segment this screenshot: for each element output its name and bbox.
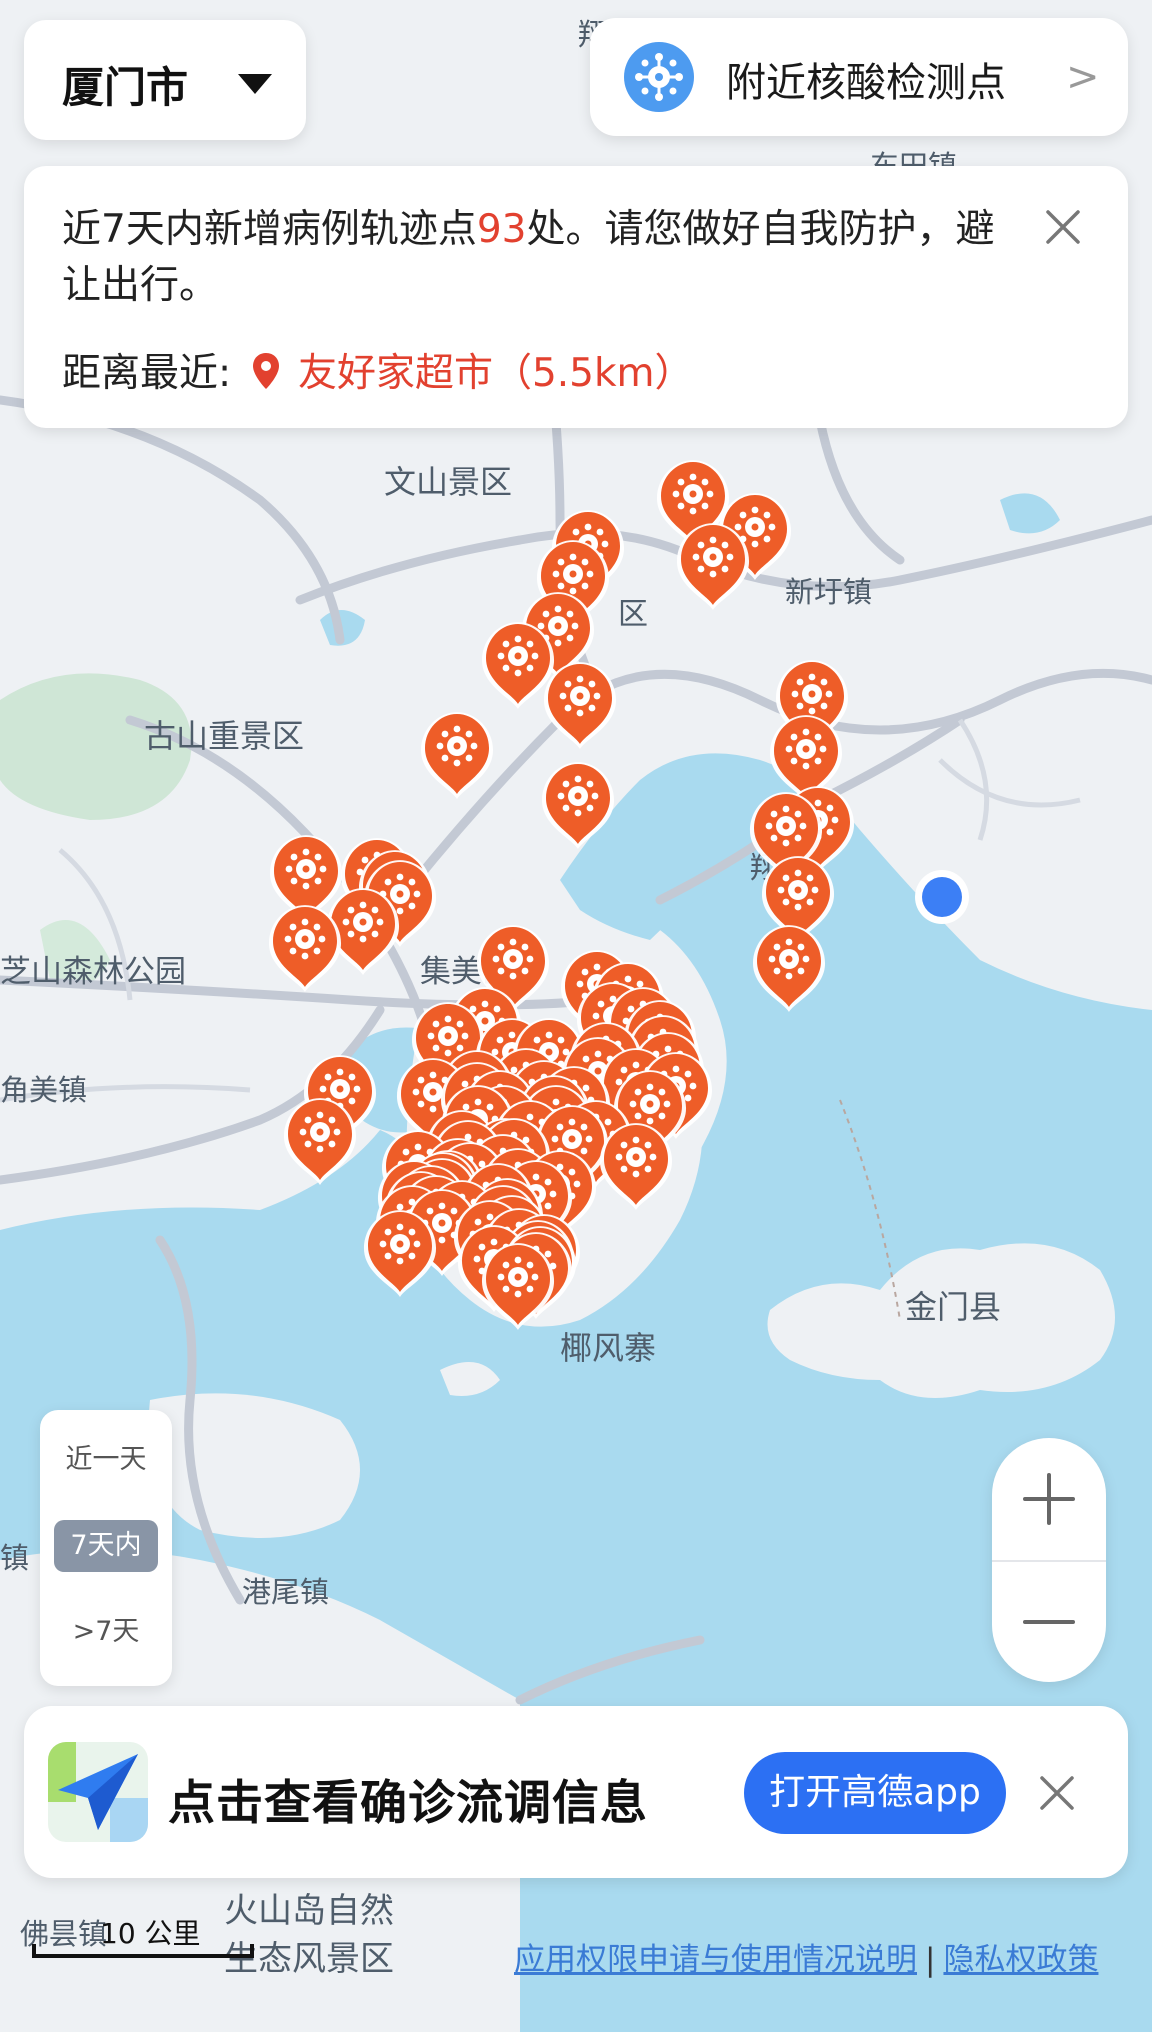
map-label: 椰风寨 — [560, 1329, 656, 1367]
promo-title: 点击查看确诊流调信息 — [168, 1776, 648, 1831]
location-pin-icon — [250, 351, 282, 401]
map-label: 文山景区 — [384, 463, 512, 501]
map-label: 火山岛自然 — [224, 1891, 394, 1931]
close-icon[interactable] — [1034, 1770, 1080, 1816]
nearest-place[interactable]: 友好家超市（5.5km） — [298, 351, 694, 396]
alert-card: 近7天内新增病例轨迹点93处。请您做好自我防护，避让出行。 距离最近: 友好家超… — [24, 166, 1128, 428]
nearest-location-row[interactable]: 距离最近: 友好家超市（5.5km） — [62, 342, 694, 401]
virus-icon — [615, 1136, 657, 1178]
time-filter: 近一天 7天内 >7天 — [40, 1410, 172, 1686]
nearby-testing-sites-label: 附近核酸检测点 — [726, 60, 1006, 106]
virus-icon — [765, 805, 807, 847]
virus-icon — [777, 869, 819, 911]
footer-separator: | — [925, 1942, 936, 1978]
chevron-right-icon: > — [1066, 54, 1100, 100]
virus-icon — [692, 536, 734, 578]
city-selector[interactable]: 厦门市 — [24, 20, 306, 140]
plus-icon — [1023, 1473, 1075, 1525]
zoom-in-button[interactable] — [992, 1438, 1106, 1560]
virus-icon — [299, 1111, 341, 1153]
virus-icon — [497, 635, 539, 677]
map-label: 镇 — [0, 1541, 29, 1575]
virus-icon — [557, 775, 599, 817]
open-app-button[interactable]: 打开高德app — [744, 1752, 1006, 1834]
promo-banner[interactable]: 点击查看确诊流调信息 打开高德app — [24, 1706, 1128, 1878]
minus-icon — [1023, 1620, 1075, 1624]
zoom-out-button[interactable] — [992, 1562, 1106, 1682]
virus-icon — [436, 725, 478, 767]
privacy-policy-link[interactable]: 隐私权政策 — [943, 1942, 1098, 1978]
user-location-dot — [922, 877, 962, 917]
virus-icon — [285, 848, 327, 890]
virus-icon — [497, 1256, 539, 1298]
alert-text-before: 近7天内新增病例轨迹点 — [62, 207, 477, 252]
caret-down-icon — [238, 74, 272, 94]
map-label: 港尾镇 — [242, 1575, 329, 1609]
city-name: 厦门市 — [62, 63, 189, 112]
map-label: 古山重景区 — [144, 717, 304, 755]
nearby-testing-sites-button[interactable]: 附近核酸检测点 > — [590, 18, 1128, 136]
map-label: 角美镇 — [0, 1073, 87, 1107]
scale-bar — [250, 1944, 254, 1958]
virus-icon — [342, 901, 384, 943]
time-filter-option-selected[interactable]: 7天内 — [54, 1520, 158, 1572]
scale-bar — [32, 1954, 254, 1958]
virus-icon — [379, 1223, 421, 1265]
virus-icon — [624, 42, 694, 112]
virus-icon — [791, 673, 833, 715]
close-icon[interactable] — [1038, 202, 1088, 252]
map-label: 区 — [618, 597, 648, 632]
zoom-controls — [992, 1438, 1106, 1682]
virus-icon — [785, 728, 827, 770]
time-filter-option[interactable]: 近一天 — [54, 1434, 158, 1486]
virus-icon — [427, 1015, 469, 1057]
time-filter-option[interactable]: >7天 — [54, 1606, 158, 1658]
virus-icon — [768, 938, 810, 980]
virus-icon — [284, 918, 326, 960]
permissions-link[interactable]: 应用权限申请与使用情况说明 — [514, 1942, 917, 1978]
virus-icon — [629, 1083, 671, 1125]
map-label: 金门县 — [905, 1288, 1001, 1326]
virus-icon — [492, 938, 534, 980]
alert-message: 近7天内新增病例轨迹点93处。请您做好自我防护，避让出行。 — [62, 202, 1002, 314]
virus-icon — [672, 473, 714, 515]
footer-links: 应用权限申请与使用情况说明 | 隐私权政策 — [514, 1934, 1098, 1979]
virus-icon — [559, 675, 601, 717]
map-label: 新圩镇 — [785, 575, 872, 609]
case-count: 93 — [476, 207, 527, 252]
paper-plane-logo — [48, 1742, 148, 1842]
nearest-label: 距离最近: — [62, 351, 232, 396]
map-label: 芝山森林公园 — [0, 954, 186, 990]
scale-label: 10 公里 — [100, 1917, 201, 1950]
virus-icon — [552, 553, 594, 595]
